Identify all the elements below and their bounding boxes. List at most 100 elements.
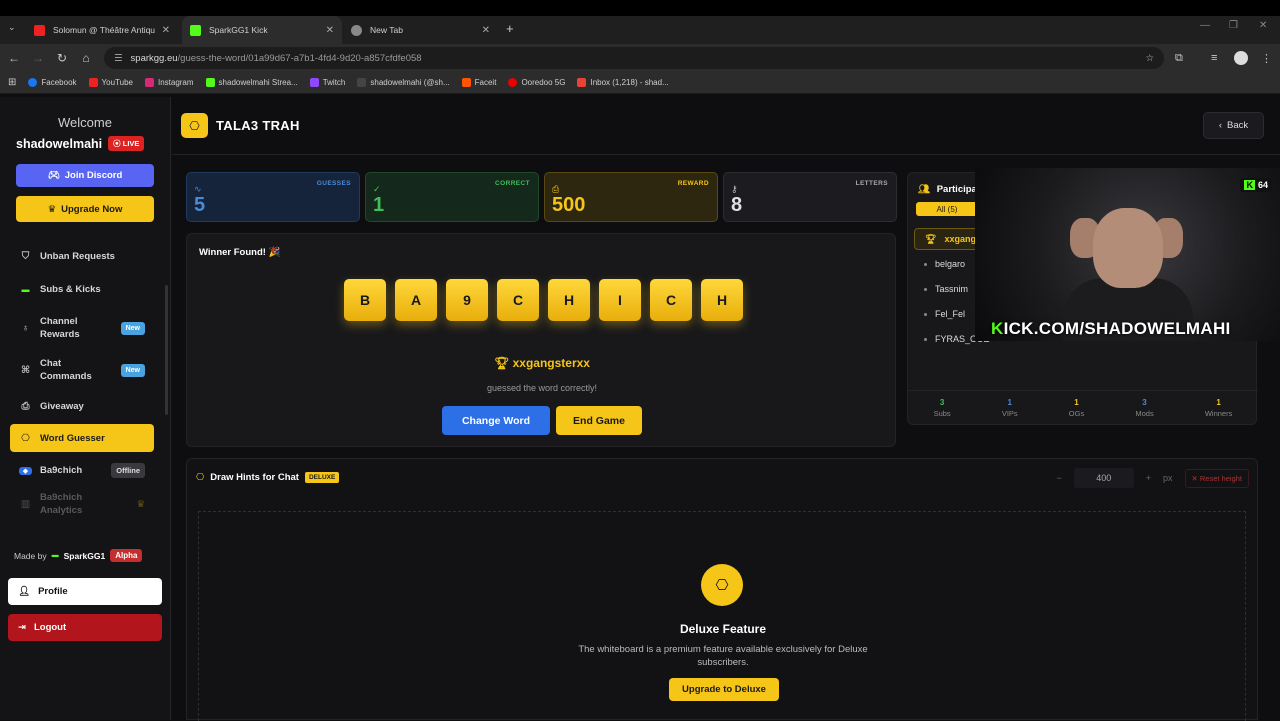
bookmark-kick[interactable]: shadowelmahi Strea... xyxy=(205,78,298,87)
bookmark-youtube[interactable]: YouTube xyxy=(88,78,133,87)
stat-count: 1 xyxy=(1007,398,1012,407)
sidebar-item-word-guesser[interactable]: ⎔ Word Guesser xyxy=(10,424,154,452)
restore-icon[interactable]: ❐ xyxy=(1229,20,1238,31)
end-game-button[interactable]: End Game xyxy=(556,406,642,435)
tab-title: Solomun @ Théâtre Antiqu xyxy=(53,25,156,35)
trophy-icon: 🏆︎ xyxy=(494,356,510,370)
back-button[interactable]: ‹ Back xyxy=(1203,112,1264,139)
sidebar-scrollbar[interactable] xyxy=(165,285,168,415)
chrome-favicon-icon xyxy=(351,24,362,36)
bookmark-ooredoo[interactable]: Ooredoo 5G xyxy=(508,78,565,87)
kick-icon: ▬ xyxy=(51,552,59,559)
sidebar-item-label: Subs & Kicks xyxy=(40,284,101,295)
gamepad-icon: ⎔ xyxy=(21,432,30,444)
live-badge: ⦿ LIVE xyxy=(108,136,145,151)
tab-new-tab[interactable]: New Tab ✕ xyxy=(343,18,498,42)
username: shadowelmahi xyxy=(16,136,103,151)
maker-name: SparkGG1 xyxy=(63,550,106,561)
stat-guesses: ∿ GUESSES 5 xyxy=(186,172,360,222)
menu-kebab-icon[interactable]: ⋮ xyxy=(1261,52,1272,65)
plus-icon[interactable]: + xyxy=(1146,473,1151,483)
reset-height-button[interactable]: ✕ Reset height xyxy=(1184,468,1249,488)
viewer-count: K 64 xyxy=(1240,178,1272,192)
bookmark-star-icon[interactable]: ☆ xyxy=(1145,53,1154,64)
upgrade-to-deluxe-button[interactable]: Upgrade to Deluxe xyxy=(669,678,779,701)
extensions-icon[interactable]: ⧉ xyxy=(1175,52,1183,65)
stat-value: 5 xyxy=(194,194,206,216)
upgrade-now-button[interactable]: ♛ Upgrade Now xyxy=(16,196,154,222)
bookmark-twitch[interactable]: Twitch xyxy=(309,78,345,87)
reload-icon[interactable]: ↻ xyxy=(50,51,74,65)
sidebar-item-label: Giveaway xyxy=(40,401,84,412)
winner-line: 🏆︎ xxgangsterxx xyxy=(187,356,897,370)
home-icon[interactable]: ⌂ xyxy=(74,51,98,65)
logout-button[interactable]: ⇥ Logout xyxy=(8,614,162,641)
bookmark-faceit[interactable]: Faceit xyxy=(461,78,497,87)
forward-arrow-icon[interactable]: → xyxy=(26,51,50,65)
height-input[interactable]: 400 xyxy=(1073,468,1134,488)
gift-icon: ⎙ xyxy=(21,401,30,412)
bookmark-tiktok[interactable]: shadowelmahi (@sh... xyxy=(357,78,450,87)
address-bar[interactable]: ☰ sparkgg.eu/guess-the-word/01a99d67-a7b… xyxy=(104,47,1164,69)
back-arrow-icon[interactable]: ← xyxy=(2,51,26,65)
close-icon[interactable]: ✕ xyxy=(482,25,490,36)
bookmark-label: Ooredoo 5G xyxy=(521,78,566,87)
join-discord-button[interactable]: 🎮︎ Join Discord xyxy=(16,164,154,187)
bookmark-instagram[interactable]: Instagram xyxy=(144,78,194,87)
bookmark-gmail[interactable]: Inbox (1,218) - shad... xyxy=(577,78,669,87)
winner-found-heading: Winner Found! 🎉 xyxy=(199,247,281,258)
sidebar-item-subs-kicks[interactable]: ▬ Subs & Kicks xyxy=(10,275,154,304)
stat-label: Subs xyxy=(933,409,951,418)
avatar[interactable] xyxy=(1234,51,1248,65)
bullet-icon xyxy=(924,312,927,316)
made-by-label: Made by xyxy=(14,550,47,561)
back-label: Back xyxy=(1227,120,1249,131)
sidebar-item-ba9chich-analytics[interactable]: ▥ Ba9chich Analytics ♛ xyxy=(10,489,154,519)
close-icon[interactable]: ✕ xyxy=(326,25,334,36)
stat-count: 3 xyxy=(939,398,945,407)
bookmark-label: Faceit xyxy=(474,78,497,87)
stat-letters: ⚷ LETTERS 8 xyxy=(723,172,897,222)
participant-stats: 3 Subs 1 VIPs 1 OGs 3 Mods 1 Winners xyxy=(908,390,1258,418)
check-circle-icon: ✓ xyxy=(373,184,381,194)
window-close-icon[interactable]: ✕ xyxy=(1259,20,1267,31)
apps-grid-icon[interactable]: ⊞ xyxy=(8,77,16,88)
chevron-left-icon: ‹ xyxy=(1218,120,1223,131)
offline-badge: Offline xyxy=(111,463,145,478)
stat-label: Winners xyxy=(1204,409,1233,418)
bookmark-label: shadowelmahi Strea... xyxy=(218,78,298,87)
tab-search-icon[interactable]: ⌄ xyxy=(8,22,16,33)
bookmark-facebook[interactable]: Facebook xyxy=(28,78,77,87)
instagram-icon xyxy=(144,78,154,87)
sidebar-item-giveaway[interactable]: ⎙ Giveaway xyxy=(10,392,154,421)
minimize-icon[interactable]: — xyxy=(1200,20,1210,31)
kick-url-text: ICK.COM/SHADOWELMAHI xyxy=(1003,319,1231,338)
minus-icon[interactable]: − xyxy=(1056,473,1061,483)
user-icon: 👤︎ xyxy=(18,586,31,597)
command-icon: ⌘ xyxy=(20,364,31,376)
welcome-text: Welcome xyxy=(58,115,112,130)
close-icon[interactable]: ✕ xyxy=(162,25,170,36)
join-discord-label: Join Discord xyxy=(64,170,123,181)
chart-icon: ▥ xyxy=(20,498,31,510)
new-tab-icon[interactable]: + xyxy=(506,21,514,36)
sidebar-menu: ⛉ Unban Requests ▬ Subs & Kicks ♁ Channe… xyxy=(10,242,154,519)
change-word-button[interactable]: Change Word xyxy=(442,406,550,435)
stat-vips: 1 VIPs xyxy=(1002,398,1018,418)
page-title: TALA3 TRAH xyxy=(216,118,300,133)
sidebar-item-chat-commands[interactable]: ⌘ Chat Commands New xyxy=(10,350,154,390)
site-info-icon[interactable]: ☰ xyxy=(114,53,123,64)
tab-sparkgg1-kick[interactable]: SparkGG1 Kick ✕ xyxy=(182,16,342,44)
filter-all-tab[interactable]: All (5) xyxy=(916,202,978,216)
kick-icon xyxy=(205,78,215,87)
sidebar-item-channel-rewards[interactable]: ♁ Channel Rewards New xyxy=(10,308,154,348)
tab-solomun[interactable]: Solomun @ Théâtre Antiqu ✕ xyxy=(26,18,178,42)
sidebar-item-label: Unban Requests xyxy=(40,251,115,262)
stat-count: 1 xyxy=(1074,398,1079,407)
new-badge: New xyxy=(120,363,145,377)
sidebar-item-unban-requests[interactable]: ⛉ Unban Requests xyxy=(10,242,154,271)
profile-button[interactable]: 👤︎ Profile xyxy=(8,578,162,605)
sidebar-item-ba9chich[interactable]: ◆ Ba9chich Offline xyxy=(10,456,154,485)
media-icon[interactable]: ≡ xyxy=(1211,52,1217,64)
bookmark-label: shadowelmahi (@sh... xyxy=(370,78,450,87)
